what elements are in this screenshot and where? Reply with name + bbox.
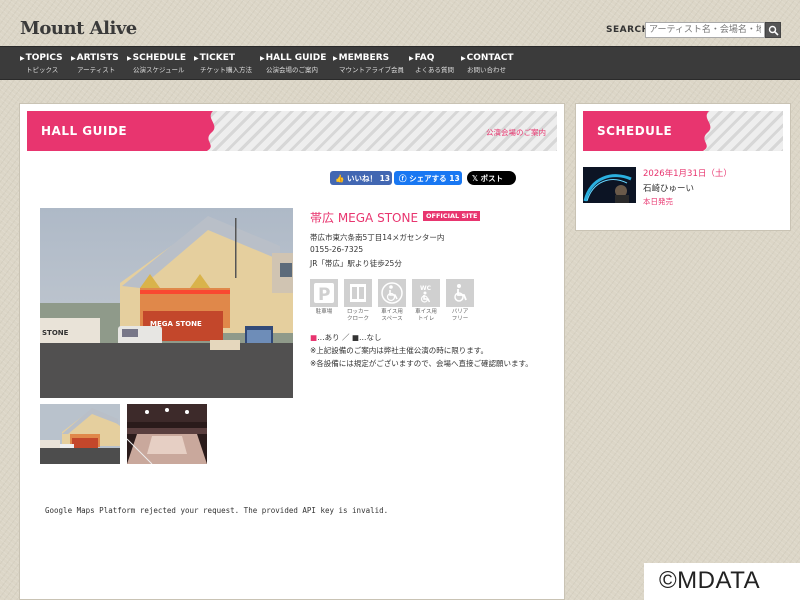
nav-label: SCHEDULE (132, 53, 187, 63)
nav-label: ARTISTS (76, 53, 119, 63)
page-title: HALL GUIDE (41, 124, 128, 138)
facebook-like-button[interactable]: 👍 いいね！ 13 (330, 171, 392, 185)
schedule-artist[interactable]: 石崎ひゅーい (643, 182, 694, 194)
facility-label: ロッカー クローク (346, 309, 369, 322)
global-nav: ▶TOPICS トピックス ▶ARTISTS アーティスト ▶SCHEDULE 公演ス… (0, 46, 800, 80)
triangle-right-icon: ▶ (194, 55, 199, 62)
official-site-link[interactable]: OFFICIAL SITE (423, 211, 481, 221)
thumbs-up-icon: 👍 (335, 174, 345, 183)
schedule-title: SCHEDULE (597, 124, 673, 138)
triangle-right-icon: ▶ (260, 55, 265, 62)
nav-sublabel: アーティスト (77, 66, 116, 74)
nav-sublabel: 公演会場のご案内 (266, 66, 318, 74)
nav-sublabel: 公演スケジュール (133, 66, 185, 74)
barrier-free-icon (454, 284, 467, 302)
hall-guide-header: HALL GUIDE 公演会場のご案内 (27, 111, 557, 151)
venue-address: 帯広市東六条南5丁目14メガセンター内 (310, 233, 445, 242)
page-subtitle: 公演会場のご案内 (486, 128, 546, 137)
nav-label: TICKET (199, 53, 235, 63)
post-label: ポスト (480, 174, 504, 183)
venue-photo[interactable]: MEGA STONE STONE (40, 208, 293, 398)
facility-label: 駐車場 (315, 309, 333, 315)
nav-item-ticket[interactable]: ▶TICKET チケット購入方法 (194, 53, 252, 74)
locker-icon (350, 284, 366, 302)
facility-locker: ロッカー クローク (344, 279, 372, 322)
parking-icon: P (314, 283, 334, 304)
nav-item-topics[interactable]: ▶TOPICS トピックス (20, 53, 63, 74)
triangle-right-icon: ▶ (127, 55, 132, 62)
nav-item-members[interactable]: ▶MEMBERS マウントアライブ会員 (333, 53, 404, 74)
nav-sublabel: お問い合わせ (467, 66, 506, 74)
triangle-right-icon: ▶ (461, 55, 466, 62)
nav-label: FAQ (414, 53, 435, 63)
x-logo-icon: 𝕏 (472, 174, 479, 183)
nav-item-faq[interactable]: ▶FAQ よくある質問 (409, 53, 454, 74)
nav-item-contact[interactable]: ▶CONTACT お問い合わせ (461, 53, 514, 74)
copyright-watermark: ©MDATA (644, 563, 800, 600)
wheelchair-space-icon (381, 282, 403, 304)
facility-note: ※各設備には規定がございますので、会場へ直接ご確認願います。 (310, 359, 533, 368)
site-header: Mount Alive SEARCH (0, 0, 800, 46)
hall-guide-panel: HALL GUIDE 公演会場のご案内 👍 いいね！ 13 ⓕ シェアする 13… (19, 103, 565, 600)
x-post-button[interactable]: 𝕏 ポスト (467, 171, 516, 185)
search-input[interactable] (645, 22, 765, 38)
nav-label: CONTACT (466, 53, 514, 63)
accessible-toilet-icon: WC (420, 285, 432, 303)
facility-note: ※上記設備のご案内は弊社主催公演の時に限ります。 (310, 346, 489, 355)
triangle-right-icon: ▶ (20, 55, 25, 62)
share-label: シェアする 13 (409, 174, 460, 183)
svg-text:WC: WC (420, 285, 432, 292)
facility-wheelchair-space: 車イス用 スペース (378, 279, 406, 322)
svg-text:P: P (318, 285, 330, 304)
nav-item-artists[interactable]: ▶ARTISTS アーティスト (71, 53, 119, 74)
like-label: いいね！ 13 (346, 174, 391, 183)
nav-sublabel: チケット購入方法 (200, 66, 252, 74)
schedule-header: SCHEDULE (583, 111, 783, 151)
facility-accessible-toilet: WC 車イス用 トイレ (412, 279, 440, 322)
neighbor-sign: STONE (42, 329, 69, 337)
nav-sublabel: トピックス (26, 66, 59, 74)
triangle-right-icon: ▶ (71, 55, 76, 62)
nav-item-schedule[interactable]: ▶SCHEDULE 公演スケジュール (127, 53, 186, 74)
nav-label: TOPICS (25, 53, 63, 63)
triangle-right-icon: ▶ (333, 55, 338, 62)
facebook-share-button[interactable]: ⓕ シェアする 13 (394, 171, 462, 185)
facebook-icon: ⓕ (399, 174, 407, 183)
facility-parking: P 駐車場 (310, 279, 338, 316)
facility-barrier-free: バリア フリー (446, 279, 474, 322)
schedule-status: 本日発売 (643, 197, 673, 206)
nav-sublabel: よくある質問 (415, 66, 454, 74)
header-wave (695, 111, 711, 151)
schedule-date[interactable]: 2026年1月31日（土） (643, 167, 732, 179)
facility-label: バリア フリー (451, 309, 469, 322)
venue-access: JR「帯広」駅より徒歩25分 (310, 259, 402, 268)
venue-name: 帯広 MEGA STONE (310, 211, 419, 225)
nav-label: HALL GUIDE (265, 53, 327, 63)
facility-legend: ■…あり ／ ■…なし (310, 333, 382, 342)
facility-label: 車イス用 スペース (381, 309, 403, 322)
schedule-artist-image[interactable] (583, 167, 636, 203)
schedule-panel: SCHEDULE 2026年1月31日（土） 石崎ひゅーい 本日発売 (575, 103, 791, 231)
triangle-right-icon: ▶ (409, 55, 414, 62)
search-icon (768, 25, 779, 36)
nav-item-hall-guide[interactable]: ▶HALL GUIDE 公演会場のご案内 (260, 53, 326, 74)
venue-thumbnail-exterior[interactable] (40, 404, 120, 464)
facility-label: 車イス用 トイレ (415, 309, 437, 322)
venue-thumbnail-interior[interactable] (127, 404, 207, 464)
search-button[interactable] (765, 22, 781, 38)
header-wave (199, 111, 215, 151)
venue-phone: 0155-26-7325 (310, 245, 364, 254)
search-label: SEARCH (606, 25, 650, 35)
site-logo[interactable]: Mount Alive (20, 18, 137, 39)
nav-sublabel: マウントアライブ会員 (339, 66, 404, 74)
map-error-message: Google Maps Platform rejected your reque… (45, 506, 389, 515)
nav-label: MEMBERS (338, 53, 390, 63)
